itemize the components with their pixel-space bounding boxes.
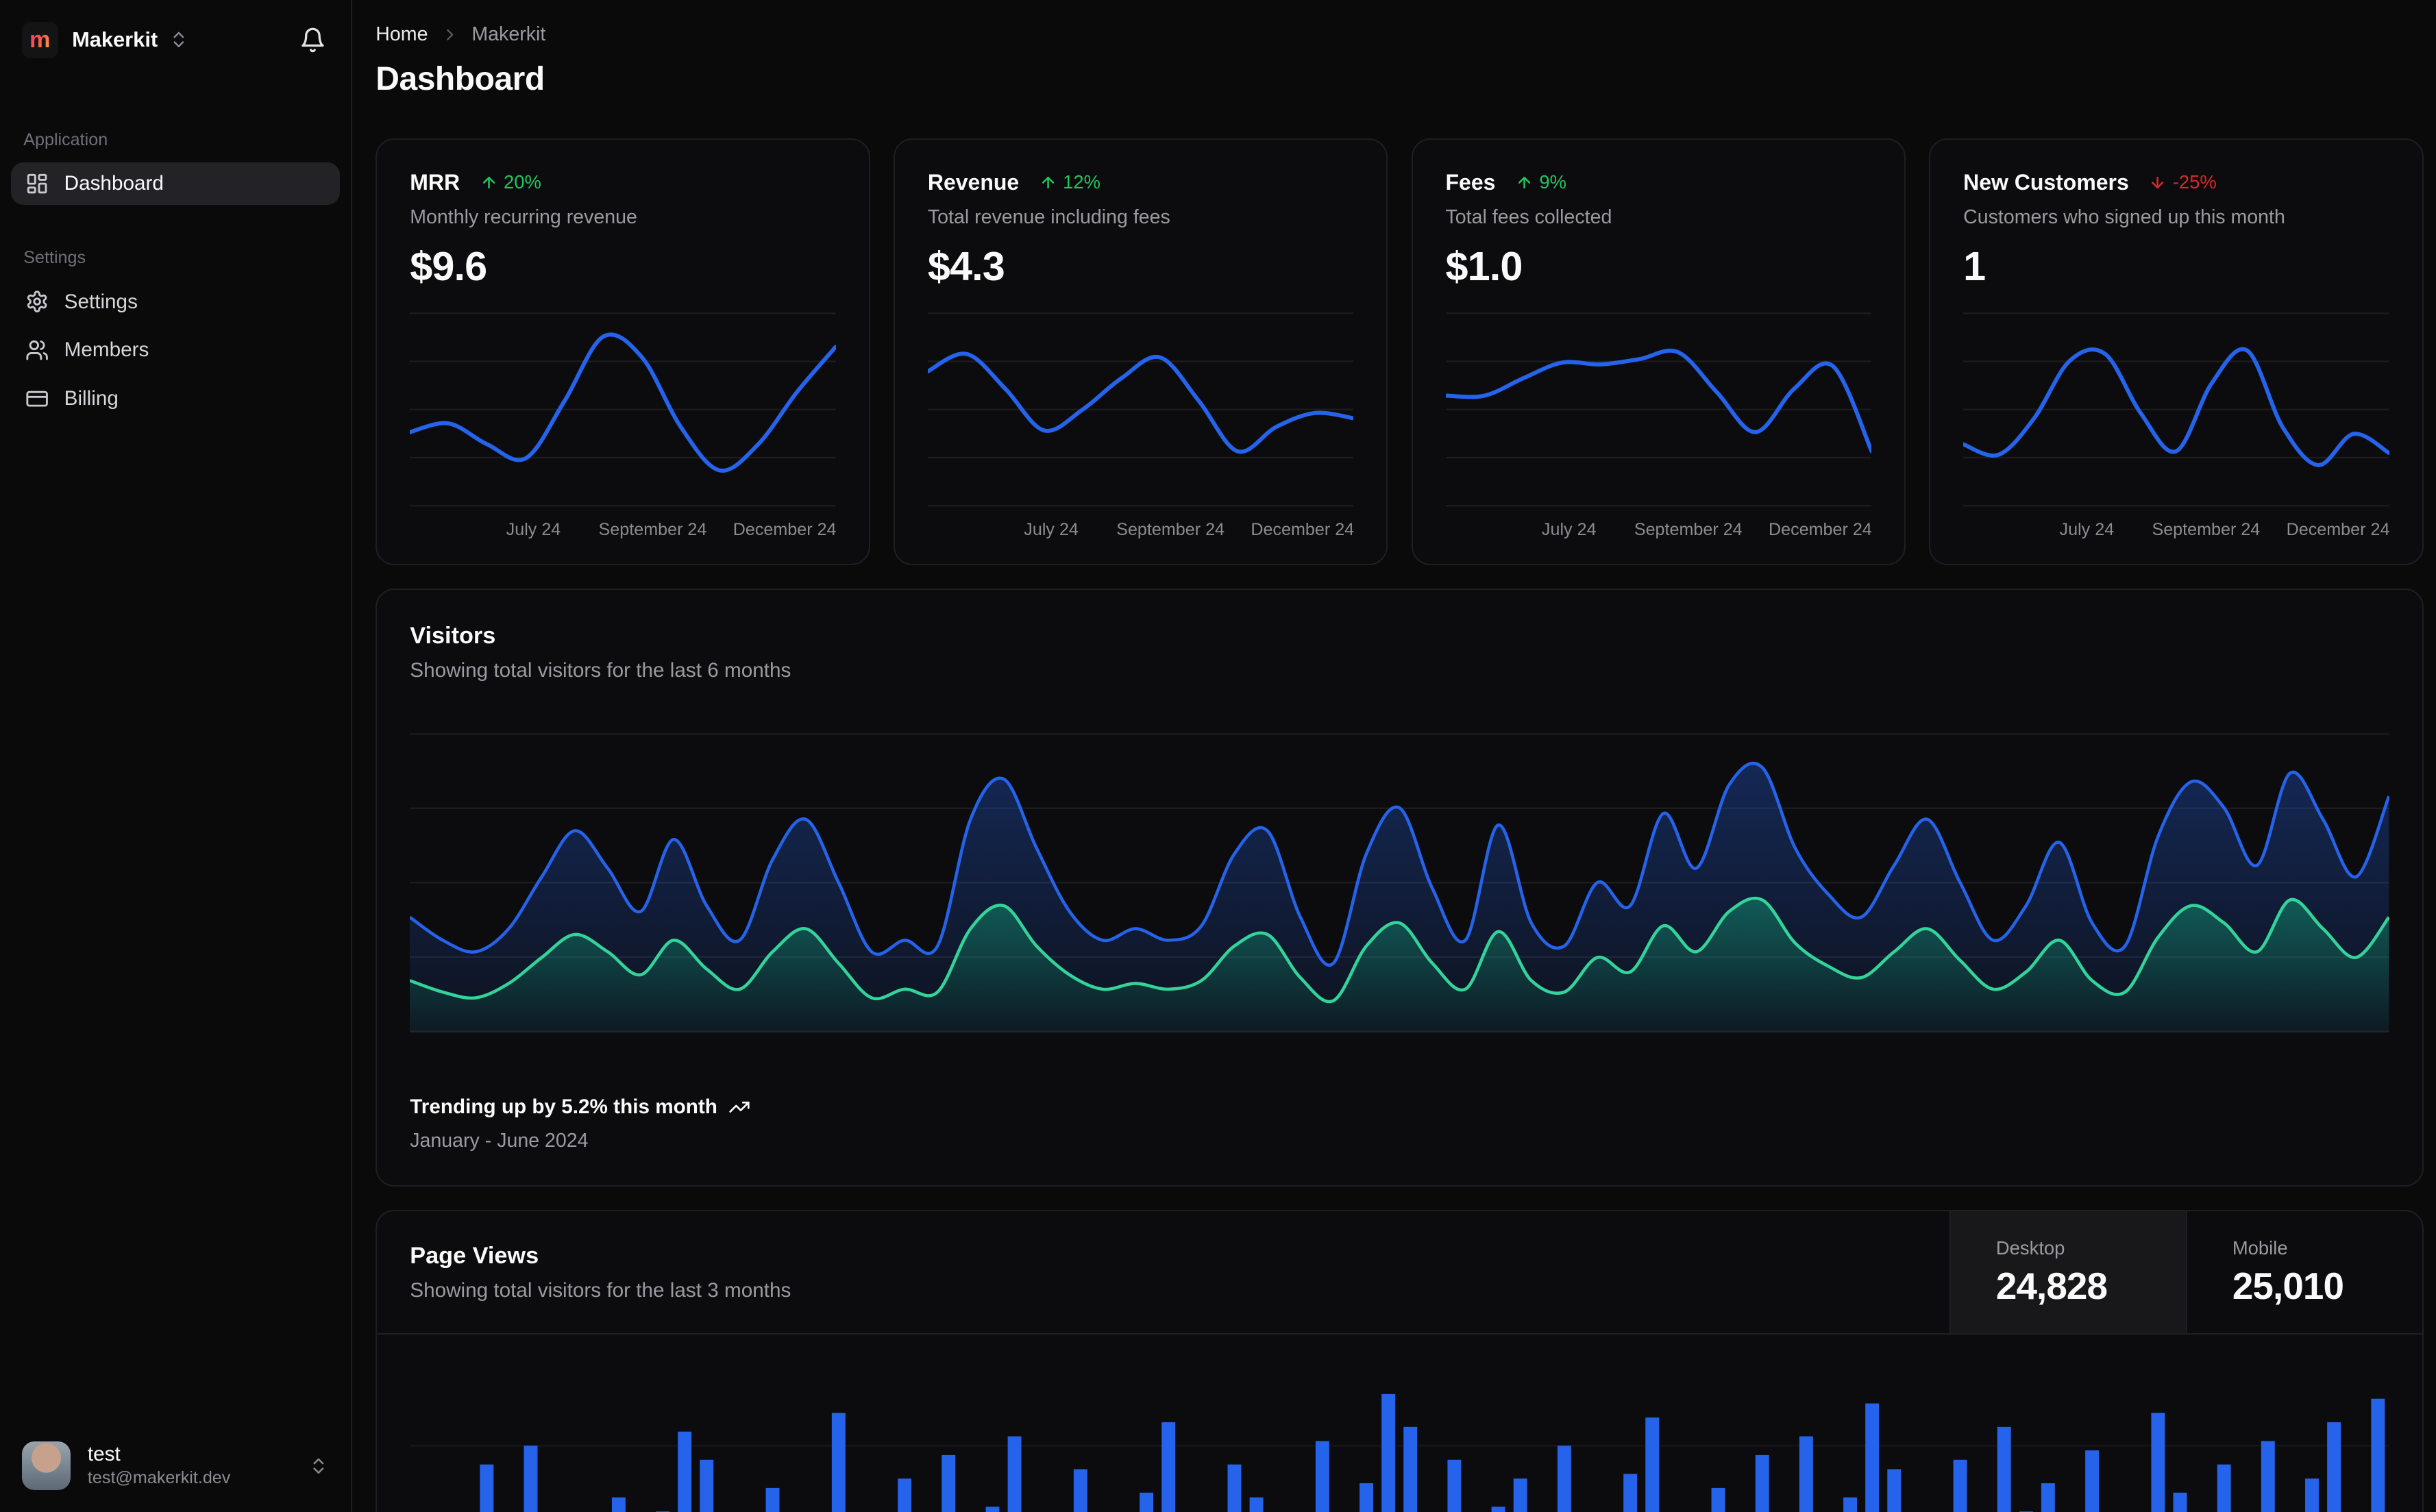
visitors-trend-text: Trending up by 5.2% this month [410, 1095, 717, 1119]
nav-section-application: Application Dashboard [11, 130, 340, 211]
credit-card-icon [25, 387, 49, 410]
page-views-subtitle: Showing total visitors for the last 3 mo… [410, 1279, 1916, 1302]
chevrons-up-down-icon [169, 29, 189, 50]
stat-title: New Customers [1963, 170, 2129, 195]
user-name: test [88, 1443, 230, 1466]
tab-desktop[interactable]: Desktop 24,828 [1949, 1211, 2186, 1333]
sidebar-item-label: Billing [64, 387, 119, 410]
user-meta: test test@makerkit.dev [88, 1443, 230, 1488]
arrow-up-icon [1039, 174, 1057, 191]
nav-section-label: Application [11, 130, 340, 150]
sidebar-header: m Makerkit [0, 0, 351, 77]
makerkit-logo-letter: m [29, 28, 50, 51]
stat-title: MRR [410, 170, 460, 195]
desktop-total: 24,828 [1996, 1264, 2107, 1308]
stat-subtitle: Monthly recurring revenue [410, 206, 835, 229]
arrow-down-icon [2149, 174, 2166, 191]
visitors-title: Visitors [410, 623, 2389, 649]
mrr-sparkline-chart [410, 312, 835, 508]
breadcrumb-home-link[interactable]: Home [376, 23, 428, 46]
page-views-header: Page Views Showing total visitors for th… [377, 1211, 2422, 1335]
sidebar-item-members[interactable]: Members [11, 330, 340, 372]
sidebar-item-label: Settings [64, 290, 138, 314]
app-root: m Makerkit Application Dashboard Setting… [0, 0, 2436, 1512]
trend-badge: 20% [480, 171, 541, 193]
page-views-series-tabs: Desktop 24,828 Mobile 25,010 [1949, 1211, 2422, 1333]
stat-card-fees: Fees 9% Total fees collected $1.0 July 2… [1412, 138, 1906, 565]
user-avatar [22, 1441, 71, 1490]
stat-subtitle: Total fees collected [1446, 206, 1871, 229]
stat-subtitle: Total revenue including fees [928, 206, 1353, 229]
visitors-card: Visitors Showing total visitors for the … [376, 588, 2423, 1187]
makerkit-logo: m [22, 22, 58, 58]
sidebar-item-dashboard[interactable]: Dashboard [11, 162, 340, 205]
nav-section-label: Settings [11, 248, 340, 268]
fees-sparkline-chart [1446, 312, 1871, 508]
sidebar-item-billing[interactable]: Billing [11, 377, 340, 420]
x-axis-labels: July 24September 24December 24 [928, 520, 1353, 542]
arrow-up-icon [1516, 174, 1533, 191]
visitors-footer: Trending up by 5.2% this month January -… [410, 1095, 2389, 1152]
stat-card-new-customers: New Customers -25% Customers who signed … [1929, 138, 2423, 565]
trend-badge: 12% [1039, 171, 1100, 193]
page-views-bar-chart [410, 1356, 2389, 1512]
nav-section-settings: Settings Settings Members Billing [11, 248, 340, 426]
trending-up-icon [728, 1096, 750, 1118]
workspace-name: Makerkit [72, 27, 158, 52]
visitors-subtitle: Showing total visitors for the last 6 mo… [410, 659, 2389, 682]
sidebar-nav: Application Dashboard Settings Settings … [0, 130, 351, 427]
main-content: Home Makerkit Dashboard MRR 20% Monthly … [352, 0, 2436, 1512]
page-views-title: Page Views [410, 1243, 1916, 1269]
stat-title: Fees [1446, 170, 1496, 195]
chevron-right-icon [441, 25, 459, 44]
visitors-date-range: January - June 2024 [410, 1130, 2389, 1152]
stat-card-mrr: MRR 20% Monthly recurring revenue $9.6 J… [376, 138, 870, 565]
visitors-area-chart [410, 732, 2389, 1033]
layout-dashboard-icon [25, 172, 49, 195]
workspace-switcher[interactable]: Makerkit [72, 27, 189, 52]
tab-mobile[interactable]: Mobile 25,010 [2186, 1211, 2422, 1333]
sidebar-item-settings[interactable]: Settings [11, 281, 340, 323]
page-title: Dashboard [376, 60, 2423, 98]
notifications-button[interactable] [296, 23, 329, 56]
user-email: test@makerkit.dev [88, 1469, 230, 1488]
sidebar-item-label: Dashboard [64, 172, 164, 195]
stat-card-revenue: Revenue 12% Total revenue including fees… [894, 138, 1388, 565]
stat-value: $4.3 [928, 243, 1353, 290]
x-axis-labels: July 24September 24December 24 [1963, 520, 2389, 542]
stat-subtitle: Customers who signed up this month [1963, 206, 2389, 229]
arrow-up-icon [480, 174, 497, 191]
sidebar: m Makerkit Application Dashboard Setting… [0, 0, 352, 1512]
user-menu[interactable]: test test@makerkit.dev [0, 1423, 351, 1512]
sidebar-item-label: Members [64, 338, 149, 362]
stat-value: 1 [1963, 243, 2389, 290]
mobile-total: 25,010 [2232, 1264, 2343, 1308]
bell-icon [299, 27, 326, 53]
revenue-sparkline-chart [928, 312, 1353, 508]
stat-value: $1.0 [1446, 243, 1871, 290]
x-axis-labels: July 24September 24December 24 [410, 520, 835, 542]
stat-card-grid: MRR 20% Monthly recurring revenue $9.6 J… [376, 138, 2423, 565]
stat-title: Revenue [928, 170, 1019, 195]
breadcrumb: Home Makerkit [376, 23, 2423, 46]
page-views-card: Page Views Showing total visitors for th… [376, 1210, 2423, 1512]
stat-value: $9.6 [410, 243, 835, 290]
chevrons-up-down-icon [308, 1456, 329, 1476]
trend-badge: 9% [1516, 171, 1566, 193]
x-axis-labels: July 24September 24December 24 [1446, 520, 1871, 542]
users-icon [25, 338, 49, 362]
trend-badge: -25% [2149, 171, 2216, 193]
breadcrumb-current: Makerkit [471, 23, 545, 46]
gear-icon [25, 290, 49, 313]
customers-sparkline-chart [1963, 312, 2389, 508]
